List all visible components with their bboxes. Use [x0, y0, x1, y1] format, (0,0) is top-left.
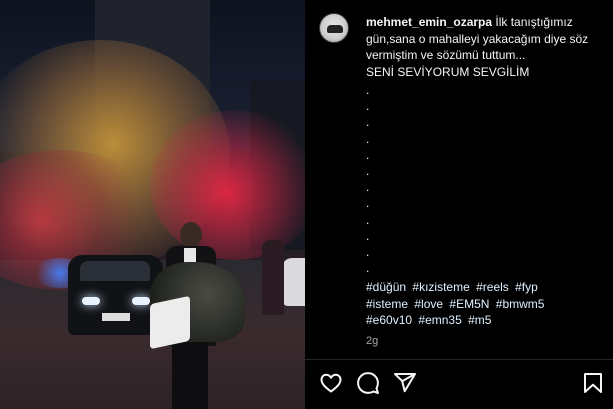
hashtag-link[interactable]: #kızisteme — [412, 280, 469, 294]
hashtag-link[interactable]: #fyp — [515, 280, 538, 294]
share-button[interactable] — [393, 371, 417, 395]
hashtag-link[interactable]: #reels — [476, 280, 509, 294]
caption-dot: . — [366, 196, 370, 211]
hashtag-list: #düğün #kızisteme #reels #fyp #isteme #l… — [366, 279, 606, 329]
caption-dot: . — [366, 180, 370, 195]
hashtag-link[interactable]: #m5 — [468, 313, 491, 327]
share-icon — [394, 373, 416, 393]
photo-bystander — [262, 240, 284, 315]
car-headlight-right — [132, 297, 150, 305]
hashtag-link[interactable]: #isteme — [366, 297, 408, 311]
hashtag-link[interactable]: #düğün — [366, 280, 406, 294]
caption-dot: . — [366, 245, 370, 260]
like-button[interactable] — [319, 371, 343, 395]
save-button[interactable] — [581, 371, 605, 395]
heart-icon — [320, 373, 342, 393]
caption-dot: . — [366, 212, 370, 227]
car-windshield — [80, 261, 150, 281]
caption-dot: . — [366, 99, 370, 114]
username-link[interactable]: mehmet_emin_ozarpa — [366, 15, 492, 29]
caption-dot: . — [366, 261, 370, 276]
man-head — [180, 222, 202, 248]
caption-dot: . — [366, 131, 370, 146]
caption-dot: . — [366, 228, 370, 243]
hashtag-link[interactable]: #e60v10 — [366, 313, 412, 327]
caption-dots: . . . . . . . . . . . . — [366, 82, 369, 276]
hashtag-link[interactable]: #EM5N — [449, 297, 489, 311]
caption-dot: . — [366, 164, 370, 179]
hashtag-link[interactable]: #love — [414, 297, 443, 311]
divider — [305, 359, 613, 360]
comment-icon — [357, 372, 379, 394]
action-bar — [319, 371, 604, 395]
avatar[interactable] — [319, 13, 349, 43]
car-plate — [102, 313, 130, 321]
photo-white-car — [282, 258, 305, 306]
post-timestamp[interactable]: 2g — [366, 335, 378, 347]
caption-dot: . — [366, 115, 370, 130]
hashtag-link[interactable]: #emn35 — [418, 313, 461, 327]
caption-dot: . — [366, 83, 370, 97]
hashtag-link[interactable]: #bmwm5 — [496, 297, 545, 311]
car-headlight-left — [82, 297, 100, 305]
bookmark-icon — [584, 373, 602, 393]
post-caption: mehmet_emin_ozarpa İlk tanıştığımız gün,… — [366, 14, 606, 80]
caption-dot: . — [366, 147, 370, 162]
bouquet-wrap — [150, 295, 190, 350]
post-photo[interactable] — [0, 0, 305, 409]
man-legs — [172, 342, 208, 409]
post-side-panel: mehmet_emin_ozarpa İlk tanıştığımız gün,… — [305, 0, 613, 409]
caption-love-line: SENİ SEVİYORUM SEVGİLİM — [366, 64, 530, 79]
comment-button[interactable] — [356, 371, 380, 395]
avatar-car-icon — [327, 25, 343, 33]
photo-car — [68, 255, 163, 335]
